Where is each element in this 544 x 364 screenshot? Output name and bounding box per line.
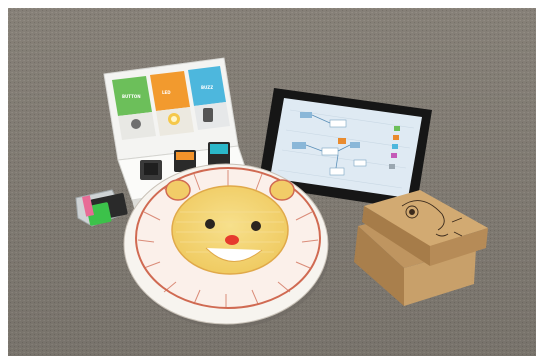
- block-button: [140, 160, 162, 180]
- block-buzz: [208, 142, 230, 166]
- photo-canvas: BUTTON LED BUZZ: [0, 0, 544, 364]
- svg-text:BUTTON: BUTTON: [122, 94, 141, 99]
- svg-text:BUZZ: BUZZ: [201, 85, 213, 90]
- svg-text:LED: LED: [162, 90, 171, 95]
- paper-plate-lion: [123, 163, 330, 328]
- product-photo: BUTTON LED BUZZ: [0, 0, 544, 364]
